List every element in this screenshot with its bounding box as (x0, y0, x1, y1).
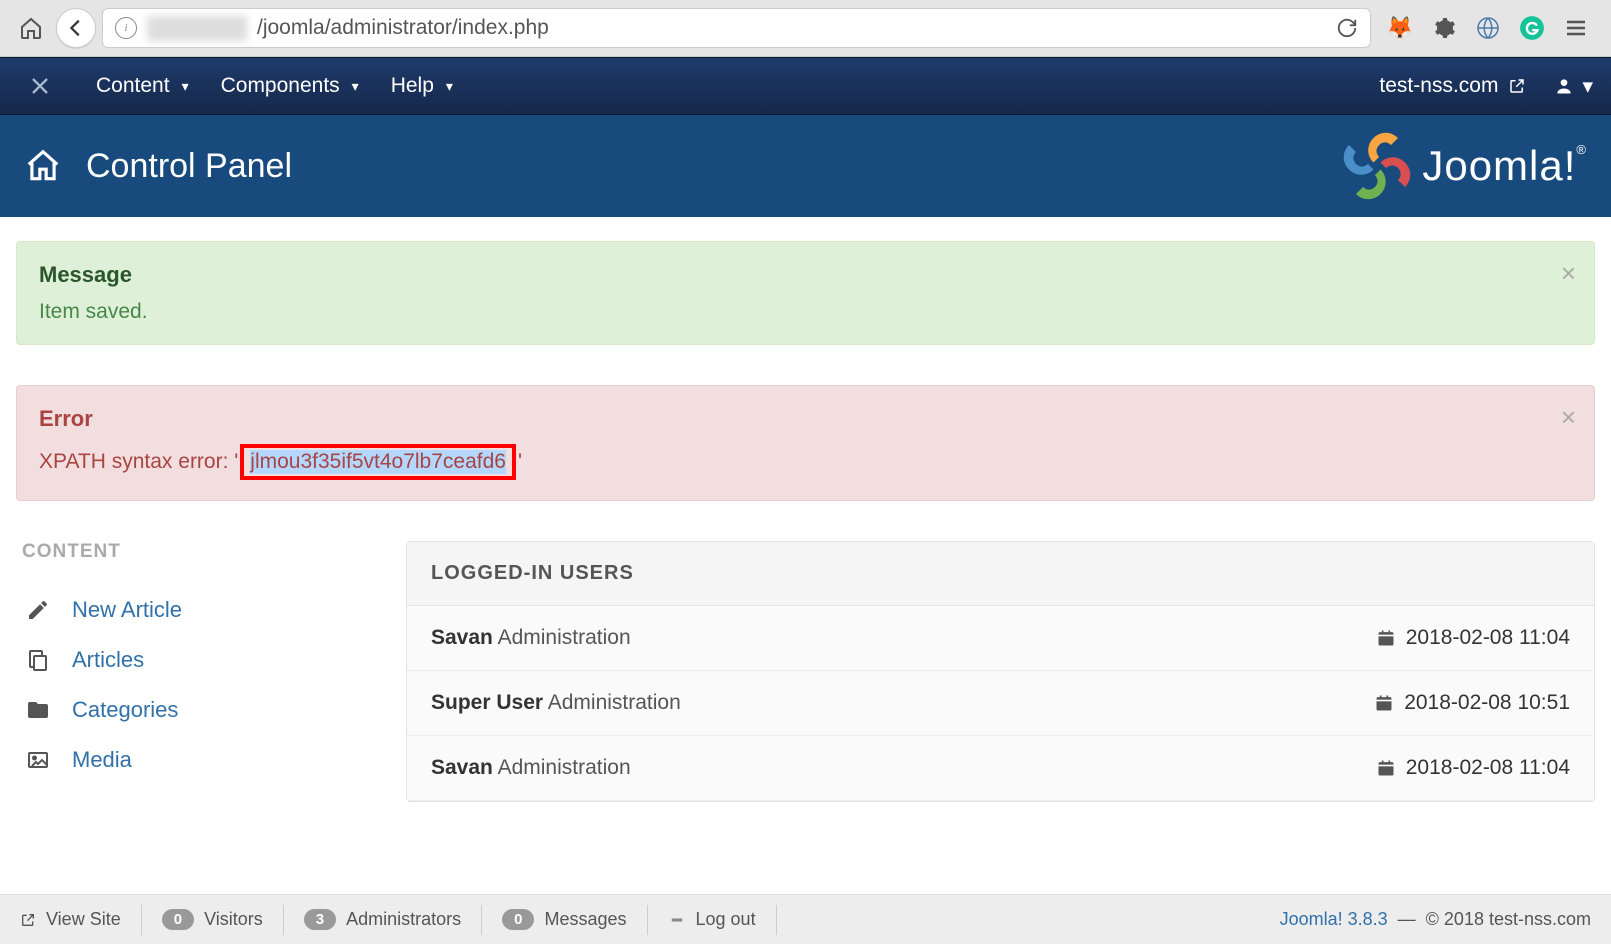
quick-item-label: Media (72, 747, 132, 773)
row-time: 2018-02-08 10:51 (1404, 691, 1570, 715)
home-icon[interactable] (12, 9, 50, 47)
content-area: × Message Item saved. × Error XPATH synt… (0, 217, 1611, 882)
nav-site-link[interactable]: test-nss.com (1379, 74, 1536, 98)
footer-version: Joomla! 3.8.3 — © 2018 test-nss.com (1280, 909, 1611, 930)
footer-admins[interactable]: 3 Administrators (284, 905, 482, 935)
grammarly-icon[interactable] (1519, 15, 1545, 41)
alert-success: × Message Item saved. (16, 241, 1595, 345)
close-icon[interactable]: × (1561, 260, 1576, 286)
admin-nav: Content Components Help test-nss.com ▾ (0, 57, 1611, 115)
calendar-icon (1376, 758, 1396, 778)
url-bar[interactable]: i xxxxxxxx /joomla/administrator/index.p… (102, 8, 1371, 48)
caret-down-icon: ▾ (1582, 74, 1593, 99)
external-link-icon (1508, 77, 1526, 95)
quick-links: CONTENT New Article Articles (16, 541, 406, 785)
alert-error-text: XPATH syntax error: ' jlmou3f35if5vt4o7l… (39, 444, 1544, 480)
footer-bar: View Site 0 Visitors 3 Administrators 0 … (0, 894, 1611, 944)
extension-icons: 🦊 (1377, 15, 1599, 41)
badge-count: 0 (162, 909, 194, 930)
quick-media[interactable]: Media (16, 735, 386, 785)
alert-success-title: Message (39, 262, 1544, 288)
quick-item-label: New Article (72, 597, 182, 623)
nav-user-menu[interactable]: ▾ (1536, 74, 1611, 99)
footer-visitors[interactable]: 0 Visitors (142, 905, 284, 935)
row-time: 2018-02-08 11:04 (1406, 756, 1570, 780)
page-header: Control Panel Joomla!® (0, 115, 1611, 217)
alert-success-text: Item saved. (39, 300, 1544, 324)
globe-icon[interactable] (1475, 15, 1501, 41)
version-link[interactable]: Joomla! 3.8.3 (1280, 909, 1388, 929)
url-path: /joomla/administrator/index.php (257, 16, 549, 40)
close-icon[interactable]: × (1561, 404, 1576, 430)
nav-components[interactable]: Components (205, 58, 375, 114)
minus-icon (668, 911, 686, 929)
error-highlight: jlmou3f35if5vt4o7lb7ceafd6 (240, 444, 516, 480)
quick-heading: CONTENT (16, 541, 386, 563)
quick-new-article[interactable]: New Article (16, 585, 386, 635)
error-code: jlmou3f35if5vt4o7lb7ceafd6 (250, 450, 506, 474)
user-icon (1554, 76, 1574, 96)
fox-icon[interactable]: 🦊 (1387, 15, 1413, 41)
badge-count: 3 (304, 909, 336, 930)
folder-icon (24, 698, 52, 722)
quick-categories[interactable]: Categories (16, 685, 386, 735)
calendar-icon (1376, 628, 1396, 648)
alert-error-title: Error (39, 406, 1544, 432)
calendar-icon (1374, 693, 1394, 713)
gear-icon[interactable] (1431, 15, 1457, 41)
external-link-icon (20, 912, 36, 928)
image-icon (24, 748, 52, 772)
table-row[interactable]: Super User Administration 2018-02-08 10:… (407, 671, 1594, 736)
joomla-icon[interactable] (18, 64, 62, 108)
joomla-logo: Joomla!® (1342, 131, 1587, 201)
table-row[interactable]: Savan Administration 2018-02-08 11:04 (407, 606, 1594, 671)
logged-in-users-module: LOGGED-IN USERS Savan Administration 201… (406, 541, 1595, 802)
home-outline-icon (24, 147, 62, 185)
module-title: LOGGED-IN USERS (407, 542, 1594, 606)
menu-icon[interactable] (1563, 15, 1589, 41)
url-obscured: xxxxxxxx (147, 16, 247, 41)
nav-help[interactable]: Help (375, 58, 469, 114)
quick-item-label: Articles (72, 647, 144, 673)
alert-error: × Error XPATH syntax error: ' jlmou3f35i… (16, 385, 1595, 501)
copy-icon (24, 648, 52, 672)
page-title: Control Panel (86, 147, 292, 186)
pencil-icon (24, 598, 52, 622)
table-row[interactable]: Savan Administration 2018-02-08 11:04 (407, 736, 1594, 801)
footer-view-site[interactable]: View Site (0, 905, 142, 935)
info-icon[interactable]: i (115, 17, 137, 39)
footer-messages[interactable]: 0 Messages (482, 905, 647, 935)
badge-count: 0 (502, 909, 534, 930)
footer-logout[interactable]: Log out (648, 905, 777, 935)
copyright-text: © 2018 test-nss.com (1426, 909, 1591, 929)
nav-content[interactable]: Content (80, 58, 205, 114)
quick-item-label: Categories (72, 697, 178, 723)
row-time: 2018-02-08 11:04 (1406, 626, 1570, 650)
browser-chrome: i xxxxxxxx /joomla/administrator/index.p… (0, 0, 1611, 57)
back-button[interactable] (56, 8, 96, 48)
reload-icon[interactable] (1336, 17, 1358, 39)
quick-articles[interactable]: Articles (16, 635, 386, 685)
